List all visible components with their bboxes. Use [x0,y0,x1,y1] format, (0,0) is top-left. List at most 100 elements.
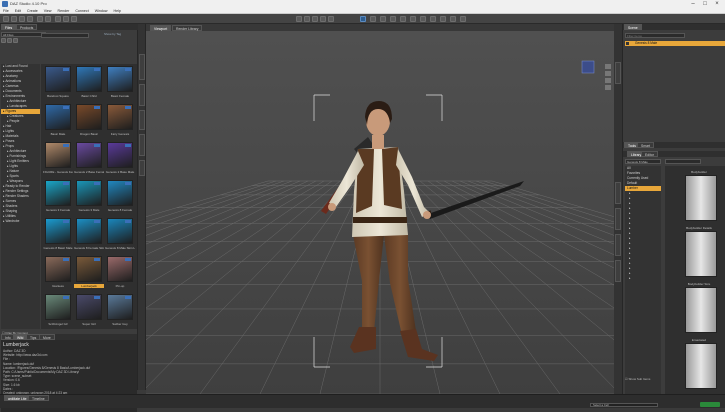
pin-tool-icon[interactable] [328,16,334,22]
show-sub-items-checkbox[interactable]: ☑ Show Sub Items [625,377,650,381]
save-icon[interactable] [19,16,25,22]
scene-search-input[interactable]: Filter Items [625,33,685,38]
vtab-scene[interactable] [615,62,621,84]
asset-thumbnail-label: Lumberjack [74,284,104,288]
vtab-parameters[interactable] [615,234,621,256]
new-file-icon[interactable] [3,16,9,22]
tab-products[interactable]: Products [16,24,38,30]
preset-label: Bodybuilder [691,170,707,174]
universal-tool-icon[interactable] [304,16,310,22]
content-search-input[interactable] [41,33,89,38]
viewport[interactable]: Viewport Render Library Perspective View [146,24,614,394]
measure-icon[interactable] [460,16,466,22]
tab-files[interactable]: Files [1,24,17,30]
tab-timeline[interactable]: Timeline [28,395,49,401]
asset-thumbnail[interactable] [45,218,71,244]
redo-icon[interactable] [45,16,51,22]
preset-thumbnail[interactable] [685,287,717,333]
asset-thumbnail[interactable] [107,142,133,168]
zoom-icon[interactable] [605,78,611,83]
frame-icon[interactable] [605,85,611,90]
preset-thumbnail[interactable] [685,231,717,277]
rotate-tool-icon[interactable] [370,16,376,22]
asset-thumbnail[interactable] [107,180,133,206]
vtab-shaping[interactable] [615,182,621,204]
asset-thumbnail-label: FIGURE - Genesis Female [43,170,73,174]
daz-app-icon [2,1,8,7]
path-dropdown[interactable]: All Files [1,32,46,37]
asset-thumbnail[interactable] [76,218,102,244]
open-file-icon[interactable] [11,16,17,22]
region-navigator-icon[interactable] [420,16,426,22]
asset-badge-icon [94,258,100,261]
scene-navigator-icon[interactable] [296,16,302,22]
vtab-posing[interactable] [615,208,621,230]
asset-thumbnail[interactable] [45,142,71,168]
primitive-icon[interactable] [450,16,456,22]
vtab-content-library[interactable] [139,84,145,106]
preset-thumbnail[interactable] [685,343,717,389]
visibility-eye-icon[interactable] [626,42,629,45]
joint-editor-icon[interactable] [410,16,416,22]
translate-tool-icon[interactable] [360,16,366,22]
asset-thumbnail[interactable] [45,256,71,282]
asset-thumbnail[interactable] [107,256,133,282]
sub-group-arrow-icon[interactable]: ▸ [625,276,661,281]
asset-thumbnail[interactable] [45,66,71,92]
asset-thumbnail[interactable] [107,104,133,130]
tab-animate-lite[interactable]: aniMate Lite [4,395,31,401]
render-settings-icon[interactable] [63,16,69,22]
asset-thumbnail[interactable] [45,104,71,130]
render-icon[interactable] [55,16,61,22]
tab-smart[interactable]: Smart [637,142,655,148]
save-as-icon[interactable] [27,16,33,22]
orbit-icon[interactable] [605,64,611,69]
tree-item[interactable]: ▸ Wardrobe [1,219,40,224]
vtab-surfaces-right[interactable] [615,260,621,282]
asset-thumbnail[interactable] [76,104,102,130]
home-icon[interactable] [13,38,18,43]
tab-scene[interactable]: Scene [624,24,642,30]
asset-thumbnail[interactable] [107,218,133,244]
presets-search-input[interactable] [665,159,701,164]
vtab-smart-content[interactable] [139,54,145,80]
scene-item-selected[interactable]: Genesis 8 Male [625,41,725,46]
undo-icon[interactable] [37,16,43,22]
surface-selection-icon[interactable] [390,16,396,22]
tab-editor[interactable]: Editor [641,151,658,157]
vtab-lights[interactable] [139,134,145,156]
vtab-render-settings[interactable] [139,110,145,130]
asset-thumbnail[interactable] [107,294,133,320]
scale-tool-icon[interactable] [380,16,386,22]
asset-thumbnail[interactable] [76,180,102,206]
back-icon[interactable] [1,38,6,43]
vtab-surfaces[interactable] [139,160,145,176]
node-weight-icon[interactable] [312,16,318,22]
pan-icon[interactable] [605,71,611,76]
asset-thumbnail[interactable] [45,180,71,206]
spot-light-icon[interactable] [430,16,436,22]
asset-badge-icon [94,106,100,109]
camera-icon[interactable] [440,16,446,22]
tree-item-label: Render Settings [5,189,29,193]
asset-thumbnail[interactable] [76,256,102,282]
geometry-editor-icon[interactable] [400,16,406,22]
maximize-icon[interactable]: □ [699,0,711,8]
asset-badge-icon [125,144,131,147]
title-bar: DAZ Studio 4.10 Pro – □ × [0,0,725,8]
asset-thumbnail[interactable] [76,294,102,320]
asset-thumbnail[interactable] [76,142,102,168]
preset-thumbnail[interactable] [685,175,717,221]
asset-thumbnail[interactable] [76,66,102,92]
spot-render-icon[interactable] [71,16,77,22]
figure-dropdown[interactable]: Genesis 8 Male [625,159,661,164]
asset-thumbnail-label: Fairy Genesis [110,132,130,136]
forward-icon[interactable] [7,38,12,43]
asset-thumbnail[interactable] [107,66,133,92]
close-icon[interactable]: × [711,0,723,8]
tree-item-label: Anatomy [5,74,18,78]
show-by-tag-link[interactable]: Show by Tag [104,32,121,36]
minimize-icon[interactable]: – [687,0,699,8]
asset-thumbnail[interactable] [45,294,71,320]
active-pose-icon[interactable] [320,16,326,22]
